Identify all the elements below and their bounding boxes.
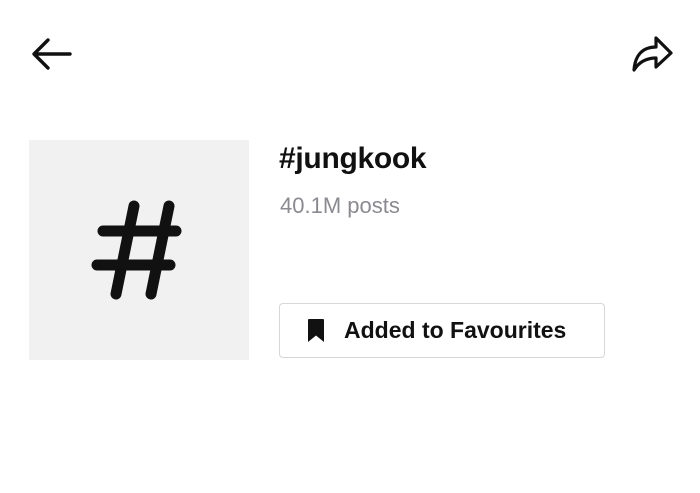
hashtag-tile — [29, 140, 249, 360]
post-count: 40.1M posts — [280, 193, 400, 218]
hashtag-title: #jungkook — [279, 142, 427, 175]
bookmark-filled-icon — [304, 318, 328, 344]
share-arrow-icon — [632, 36, 673, 72]
favourites-button-label: Added to Favourites — [344, 317, 567, 343]
favourites-button[interactable]: Added to Favourites — [279, 303, 605, 358]
share-button[interactable] — [628, 30, 676, 78]
hash-icon — [91, 200, 182, 300]
back-button[interactable] — [27, 30, 75, 78]
hashtag-page: #jungkook 40.1M posts Added to Favourite… — [0, 0, 700, 493]
arrow-left-icon — [32, 38, 72, 70]
